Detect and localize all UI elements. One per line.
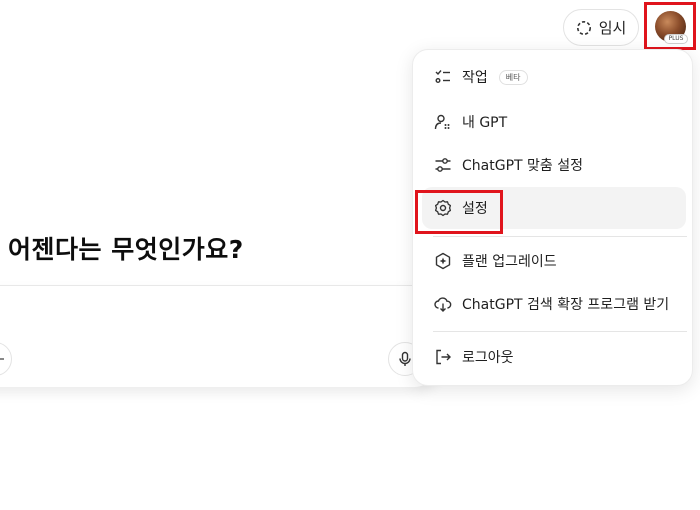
menu-item-label: 내 GPT bbox=[462, 115, 508, 131]
menu-item-upgrade-plan[interactable]: 플랜 업그레이드 bbox=[422, 240, 686, 282]
search-extension-icon bbox=[433, 294, 453, 314]
menu-item-label: ChatGPT 맞춤 설정 bbox=[462, 158, 583, 174]
microphone-icon bbox=[399, 351, 411, 366]
menu-item-label: 작업 bbox=[462, 70, 488, 86]
menu-divider bbox=[433, 236, 687, 237]
menu-item-search-extension[interactable]: ChatGPT 검색 확장 프로그램 받기 bbox=[422, 283, 686, 325]
logout-icon bbox=[433, 347, 453, 367]
profile-button[interactable]: PLUS bbox=[644, 2, 696, 50]
plan-badge: PLUS bbox=[664, 34, 688, 44]
beta-badge: 베타 bbox=[498, 69, 528, 85]
menu-divider bbox=[433, 331, 687, 332]
chatgpt-page: 임시 PLUS 어젠다는 무엇인가요? 작업 베타 내 GPT ChatGPT … bbox=[0, 0, 700, 510]
menu-item-label: 플랜 업그레이드 bbox=[462, 254, 557, 270]
temporary-chat-label: 임시 bbox=[598, 19, 627, 37]
upgrade-plan-icon bbox=[433, 251, 453, 271]
message-composer[interactable] bbox=[0, 285, 440, 387]
menu-item-my-gpts[interactable]: 내 GPT bbox=[422, 101, 686, 143]
customize-icon bbox=[433, 155, 453, 175]
menu-item-tasks[interactable]: 작업 베타 bbox=[422, 56, 686, 98]
menu-item-label: 로그아웃 bbox=[462, 350, 514, 366]
temporary-chat-button[interactable]: 임시 bbox=[563, 9, 639, 46]
menu-item-customize[interactable]: ChatGPT 맞춤 설정 bbox=[422, 144, 686, 186]
my-gpts-icon bbox=[433, 112, 453, 132]
temporary-chat-icon bbox=[576, 20, 592, 36]
plus-icon bbox=[0, 358, 4, 360]
menu-item-label: ChatGPT 검색 확장 프로그램 받기 bbox=[462, 297, 670, 313]
menu-item-logout[interactable]: 로그아웃 bbox=[422, 336, 686, 378]
page-title: 어젠다는 무엇인가요? bbox=[8, 235, 244, 264]
settings-highlight-box bbox=[415, 190, 503, 234]
tasks-icon bbox=[433, 67, 453, 87]
